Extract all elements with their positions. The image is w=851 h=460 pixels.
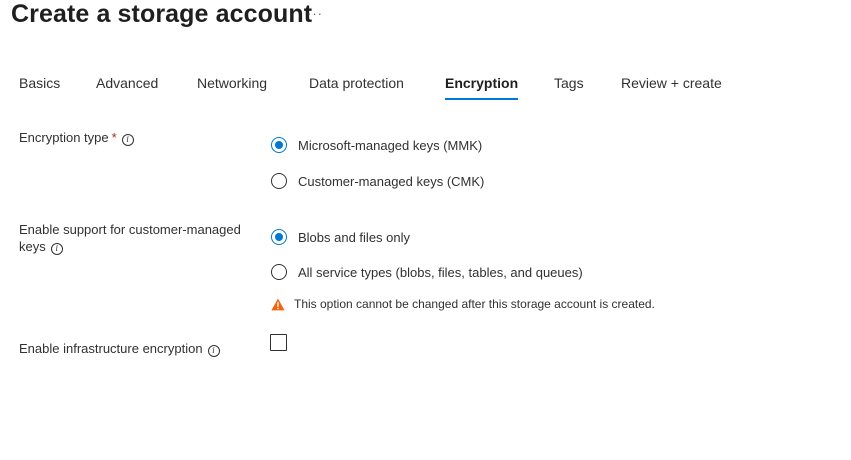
tab-networking[interactable]: Networking: [197, 72, 267, 100]
tab-tags[interactable]: Tags: [554, 72, 584, 100]
tab-advanced[interactable]: Advanced: [96, 72, 158, 100]
required-marker: *: [111, 130, 117, 145]
tab-review-create[interactable]: Review + create: [621, 72, 722, 100]
tab-encryption[interactable]: Encryption: [445, 72, 519, 100]
tab-basics[interactable]: Basics: [19, 72, 60, 100]
info-icon[interactable]: i: [207, 345, 220, 357]
radio-blobs-files-indicator[interactable]: [271, 229, 287, 245]
infrastructure-encryption-label-text: Enable infrastructure encryption: [19, 341, 203, 356]
radio-mmk[interactable]: Microsoft-managed keys (MMK): [271, 135, 482, 155]
create-storage-account-page: Create a storage account ··· Basics Adva…: [0, 0, 851, 460]
radio-mmk-indicator[interactable]: [271, 137, 287, 153]
cmk-warning: This option cannot be changed after this…: [271, 297, 655, 311]
radio-cmk[interactable]: Customer-managed keys (CMK): [271, 171, 484, 191]
infrastructure-encryption-checkbox[interactable]: [270, 334, 287, 351]
cmk-support-label-line1: Enable support for customer-managed: [19, 222, 241, 237]
info-icon[interactable]: i: [121, 134, 134, 146]
page-title: Create a storage account: [11, 0, 313, 28]
radio-all-service-types-label: All service types (blobs, files, tables,…: [298, 264, 583, 280]
radio-blobs-files[interactable]: Blobs and files only: [271, 227, 410, 247]
cmk-support-label-line2-row: keys i: [19, 238, 241, 255]
encryption-type-label: Encryption type * i: [19, 129, 134, 146]
warning-icon: [271, 298, 285, 310]
radio-mmk-label: Microsoft-managed keys (MMK): [298, 137, 483, 153]
radio-cmk-label: Customer-managed keys (CMK): [298, 173, 485, 189]
radio-all-service-types[interactable]: All service types (blobs, files, tables,…: [271, 262, 583, 282]
radio-blobs-files-label: Blobs and files only: [298, 229, 411, 245]
cmk-warning-text: This option cannot be changed after this…: [294, 297, 655, 311]
more-icon[interactable]: ···: [307, 6, 323, 21]
tab-data-protection[interactable]: Data protection: [309, 72, 404, 100]
info-icon[interactable]: i: [50, 243, 63, 255]
radio-all-service-types-indicator[interactable]: [271, 264, 287, 280]
cmk-support-label-line2: keys: [19, 239, 46, 254]
tab-bar: Basics Advanced Networking Data protecti…: [0, 72, 851, 102]
infrastructure-encryption-label: Enable infrastructure encryption i: [19, 340, 220, 357]
radio-cmk-indicator[interactable]: [271, 173, 287, 189]
cmk-support-label: Enable support for customer-managed keys…: [19, 221, 241, 255]
encryption-type-label-text: Encryption type: [19, 130, 109, 145]
